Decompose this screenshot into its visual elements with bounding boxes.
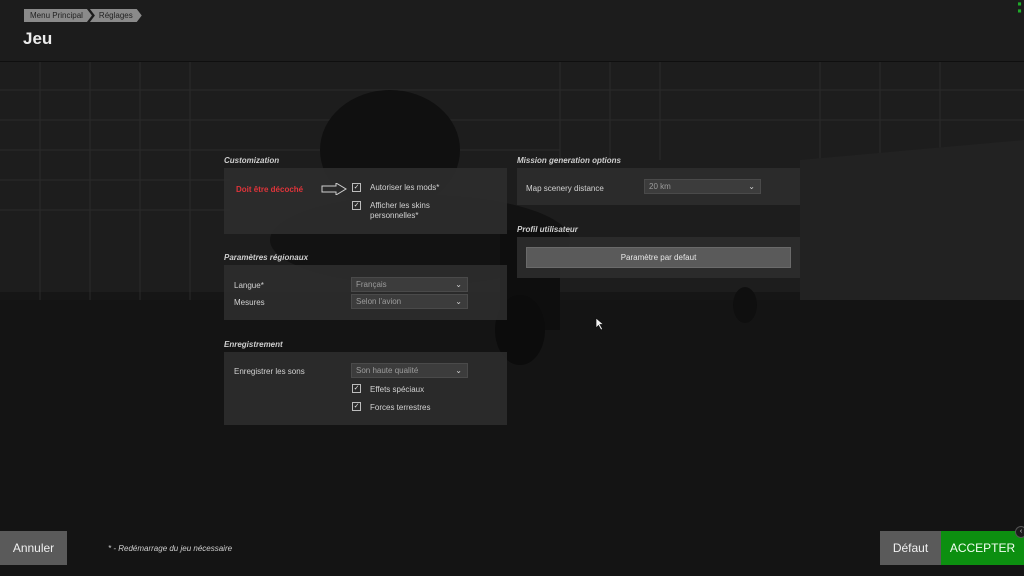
skins-label-line1: Afficher les skins (370, 201, 430, 210)
network-status-icon: ▪ ▪ (1017, 0, 1022, 15)
effects-checkbox[interactable]: ✓ (352, 384, 361, 393)
customization-panel: Doit être décoché ✓ Autoriser les mods* … (224, 168, 507, 234)
record-sounds-value: Son haute qualité (356, 366, 419, 375)
record-sounds-label: Enregistrer les sons (234, 367, 305, 376)
scenery-distance-label: Map scenery distance (526, 184, 604, 193)
scenery-distance-select[interactable]: 20 km ⌄ (644, 179, 761, 194)
skins-label-line2: personnelles* (370, 211, 419, 220)
reset-profile-button[interactable]: Paramètre par defaut (526, 247, 791, 268)
mouse-cursor-icon (595, 317, 605, 331)
chevron-down-icon: ⌄ (455, 366, 462, 375)
breadcrumb-settings[interactable]: Réglages (90, 9, 142, 22)
customization-title: Customization (224, 156, 280, 165)
mods-checkbox[interactable]: ✓ (352, 183, 361, 192)
regional-title: Paramètres régionaux (224, 253, 309, 262)
language-label: Langue* (234, 281, 264, 290)
page-title: Jeu (23, 29, 53, 48)
language-select[interactable]: Français ⌄ (351, 277, 468, 292)
defaults-button[interactable]: Défaut (880, 531, 941, 565)
chevron-down-icon: ⌄ (455, 297, 462, 306)
profile-title: Profil utilisateur (517, 225, 578, 234)
cancel-button[interactable]: Annuler (0, 531, 67, 565)
expand-icon[interactable]: ‹ (1015, 526, 1024, 538)
skins-checkbox[interactable]: ✓ (352, 201, 361, 210)
accept-button[interactable]: ACCEPTER (941, 531, 1024, 565)
units-label: Mesures (234, 298, 265, 307)
record-sounds-select[interactable]: Son haute qualité ⌄ (351, 363, 468, 378)
warning-label: Doit être décoché (236, 185, 304, 194)
regional-panel: Langue* Français ⌄ Mesures Selon l'avion… (224, 265, 507, 320)
scenery-distance-value: 20 km (649, 182, 671, 191)
ground-forces-label: Forces terrestres (370, 403, 431, 412)
chevron-down-icon: ⌄ (748, 182, 755, 191)
profile-panel: Paramètre par defaut (517, 237, 800, 278)
units-select[interactable]: Selon l'avion ⌄ (351, 294, 468, 309)
hangar-background (0, 0, 1024, 576)
restart-note: * - Redémarrage du jeu nécessaire (108, 544, 233, 553)
mission-panel: Map scenery distance 20 km ⌄ (517, 168, 800, 205)
language-value: Français (356, 280, 387, 289)
ground-forces-checkbox[interactable]: ✓ (352, 402, 361, 411)
breadcrumb-main-menu[interactable]: Menu Principal (24, 9, 92, 22)
mods-label: Autoriser les mods* (370, 183, 440, 192)
units-value: Selon l'avion (356, 297, 402, 306)
chevron-down-icon: ⌄ (455, 280, 462, 289)
effects-label: Effets spéciaux (370, 385, 425, 394)
breadcrumb: Menu Principal Réglages (24, 9, 142, 22)
recording-title: Enregistrement (224, 340, 283, 349)
recording-panel: Enregistrer les sons Son haute qualité ⌄… (224, 352, 507, 425)
mission-title: Mission generation options (517, 156, 622, 165)
top-bar (0, 0, 1024, 62)
arrow-right-icon (321, 183, 347, 195)
